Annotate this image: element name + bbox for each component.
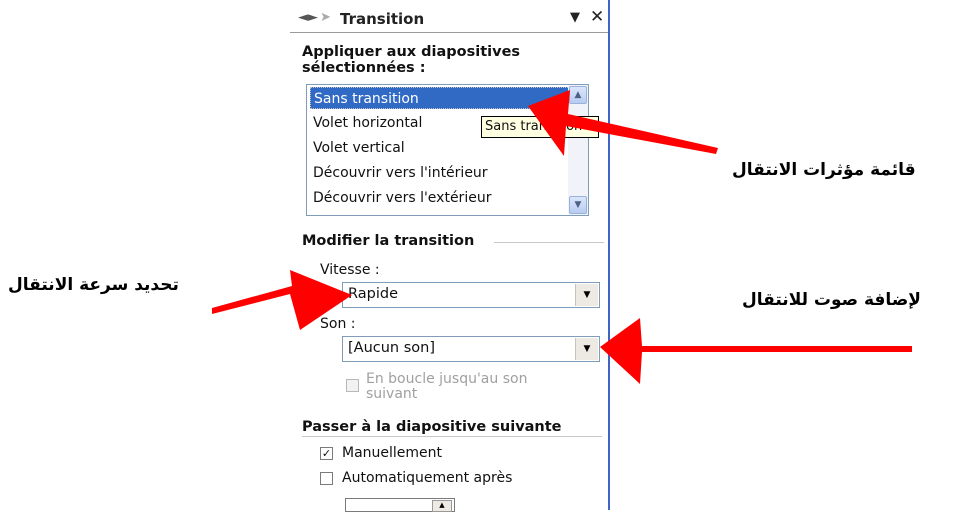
arrow-to-transition-list bbox=[528, 90, 718, 156]
arrow-to-speed bbox=[212, 270, 352, 330]
arrow-to-sound bbox=[600, 318, 912, 384]
annotation-speed: تحديد سرعة الانتقال bbox=[8, 275, 179, 295]
annotation-arrows bbox=[212, 90, 912, 384]
annotation-transitions-list: قائمة مؤثرات الانتقال bbox=[732, 160, 916, 180]
annotation-sound: لإضافة صوت للانتقال bbox=[742, 290, 921, 310]
